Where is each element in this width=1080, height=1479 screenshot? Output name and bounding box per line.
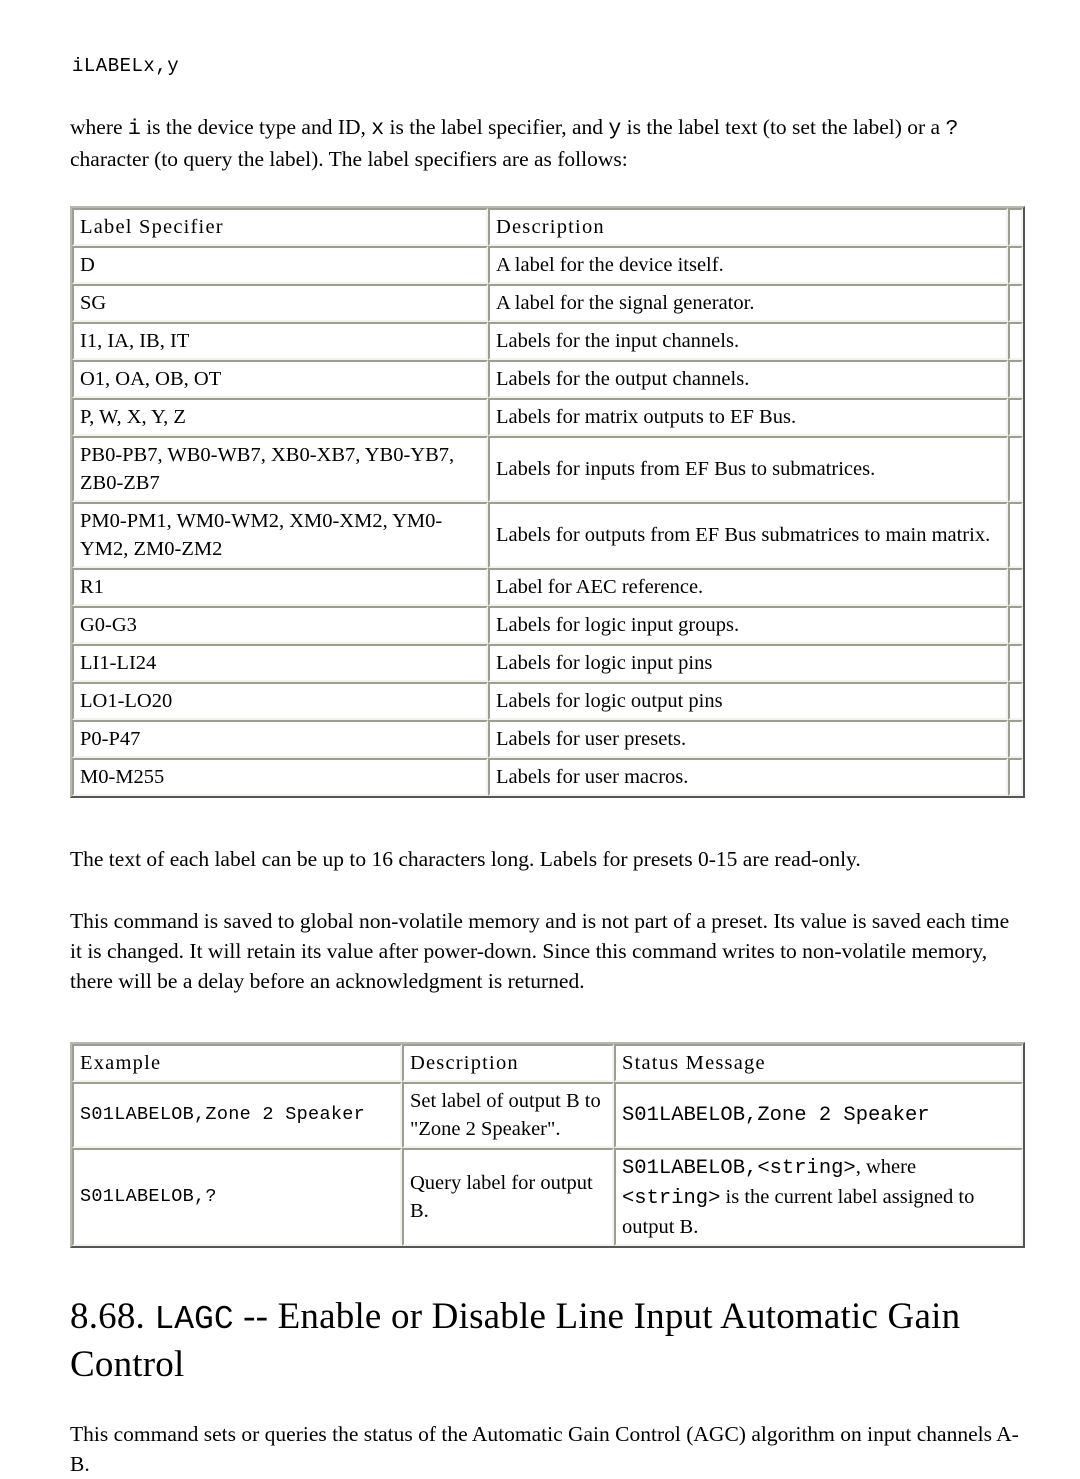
intro-part-5: character (to query the label). The labe… [70,147,628,171]
status-plain-text-2: is the current label assigned to [720,1186,975,1208]
cell-spacer [1008,322,1023,360]
cell-description: Labels for logic input groups. [488,606,1008,644]
cell-description: Labels for the input channels. [488,322,1008,360]
section-command-name: LAGC [154,1301,234,1338]
column-header-label-specifier: Label Specifier [72,208,488,246]
cell-specifier: D [72,246,488,284]
label-specifier-table: Label Specifier Description D A label fo… [70,206,1025,798]
cell-description: Query label for output B. [402,1148,614,1246]
cell-spacer [1008,502,1023,568]
table-row: PM0-PM1, WM0-WM2, XM0-XM2, YM0-YM2, ZM0-… [72,502,1023,568]
cell-specifier: PM0-PM1, WM0-WM2, XM0-XM2, YM0-YM2, ZM0-… [72,502,488,568]
table-row: G0-G3 Labels for logic input groups. [72,606,1023,644]
cell-specifier: SG [72,284,488,322]
cell-spacer [1008,644,1023,682]
example-table: Example Description Status Message S01LA… [70,1042,1025,1248]
cell-example: S01LABELOB,? [72,1148,402,1246]
cell-description: Labels for inputs from EF Bus to submatr… [488,436,1008,502]
table-row: SG A label for the signal generator. [72,284,1023,322]
status-mono-text-2: <string> [622,1187,721,1210]
table-row: P, W, X, Y, Z Labels for matrix outputs … [72,398,1023,436]
cell-specifier: PB0-PB7, WB0-WB7, XB0-XB7, YB0-YB7, ZB0-… [72,436,488,502]
cell-specifier: O1, OA, OB, OT [72,360,488,398]
cell-spacer [1008,360,1023,398]
intro-var-question: ? [945,117,959,141]
cell-specifier: M0-M255 [72,758,488,796]
cell-description: Labels for user presets. [488,720,1008,758]
table-row: O1, OA, OB, OT Labels for the output cha… [72,360,1023,398]
cell-spacer [1008,682,1023,720]
cell-spacer [1008,398,1023,436]
status-plain-text: , where [855,1156,917,1178]
section-dashes: -- [243,1296,269,1337]
cell-specifier: R1 [72,568,488,606]
cell-spacer [1008,284,1023,322]
document-page: iLABELx,y where i is the device type and… [0,0,1080,1476]
nonvolatile-note: This command is saved to global non-vola… [70,909,1010,993]
status-plain-text-3: output B. [622,1216,699,1238]
table-row: I1, IA, IB, IT Labels for the input chan… [72,322,1023,360]
cell-description: Labels for user macros. [488,758,1008,796]
intro-var-y: y [608,117,622,141]
intro-var-i: i [127,117,141,141]
cell-specifier: LO1-LO20 [72,682,488,720]
cell-description: Labels for the output channels. [488,360,1008,398]
status-mono-text: S01LABELOB,Zone 2 Speaker [622,1104,930,1127]
cell-example: S01LABELOB,Zone 2 Speaker [72,1082,402,1148]
cell-status-message: S01LABELOB,Zone 2 Speaker [614,1082,1023,1148]
intro-var-x: x [371,117,385,141]
cell-spacer [1008,568,1023,606]
table-row: S01LABELOB,? Query label for output B. S… [72,1148,1023,1246]
column-header-description: Description [402,1044,614,1082]
cell-specifier: P0-P47 [72,720,488,758]
table-row: D A label for the device itself. [72,246,1023,284]
cell-description: Labels for matrix outputs to EF Bus. [488,398,1008,436]
page-title: 8.68. LAGC -- Enable or Disable Line Inp… [70,1294,1025,1387]
cell-description: Label for AEC reference. [488,568,1008,606]
cell-status-message: S01LABELOB,<string>, where <string> is t… [614,1148,1023,1246]
table-row: S01LABELOB,Zone 2 Speaker Set label of o… [72,1082,1023,1148]
section-description-paragraph: This command sets or queries the status … [70,1422,1019,1476]
cell-specifier: LI1-LI24 [72,644,488,682]
table-row: LI1-LI24 Labels for logic input pins [72,644,1023,682]
table-row: LO1-LO20 Labels for logic output pins [72,682,1023,720]
cell-spacer [1008,246,1023,284]
cell-specifier: P, W, X, Y, Z [72,398,488,436]
table-header-row: Example Description Status Message [72,1044,1023,1082]
table-row: PB0-PB7, WB0-WB7, XB0-XB7, YB0-YB7, ZB0-… [72,436,1023,502]
column-header-spacer [1008,208,1023,246]
intro-part-1: where [70,115,128,139]
status-mono-text: S01LABELOB,<string> [622,1157,856,1180]
table-header-row: Label Specifier Description [72,208,1023,246]
cell-description: A label for the signal generator. [488,284,1008,322]
cell-description: Labels for logic output pins [488,682,1008,720]
cell-specifier: G0-G3 [72,606,488,644]
cell-description: Labels for logic input pins [488,644,1008,682]
column-header-example: Example [72,1044,402,1082]
command-syntax-code: iLABELx,y [72,55,180,77]
document-content: iLABELx,y where i is the device type and… [70,52,1025,1479]
cell-description: Set label of output B to "Zone 2 Speaker… [402,1082,614,1148]
cell-specifier: I1, IA, IB, IT [72,322,488,360]
cell-spacer [1008,720,1023,758]
intro-paragraph: where i is the device type and ID, x is … [70,112,1025,174]
intro-part-2: is the device type and ID, [140,115,372,139]
table-row: P0-P47 Labels for user presets. [72,720,1023,758]
cell-spacer [1008,758,1023,796]
section-number: 8.68. [70,1296,145,1337]
table-row: M0-M255 Labels for user macros. [72,758,1023,796]
intro-part-4: is the label text (to set the label) or … [621,115,946,139]
cell-description: A label for the device itself. [488,246,1008,284]
label-length-note: The text of each label can be up to 16 c… [70,847,861,871]
cell-description: Labels for outputs from EF Bus submatric… [488,502,1008,568]
column-header-description: Description [488,208,1008,246]
table-row: R1 Label for AEC reference. [72,568,1023,606]
column-header-status-message: Status Message [614,1044,1023,1082]
intro-part-3: is the label specifier, and [384,115,609,139]
cell-spacer [1008,436,1023,502]
cell-spacer [1008,606,1023,644]
